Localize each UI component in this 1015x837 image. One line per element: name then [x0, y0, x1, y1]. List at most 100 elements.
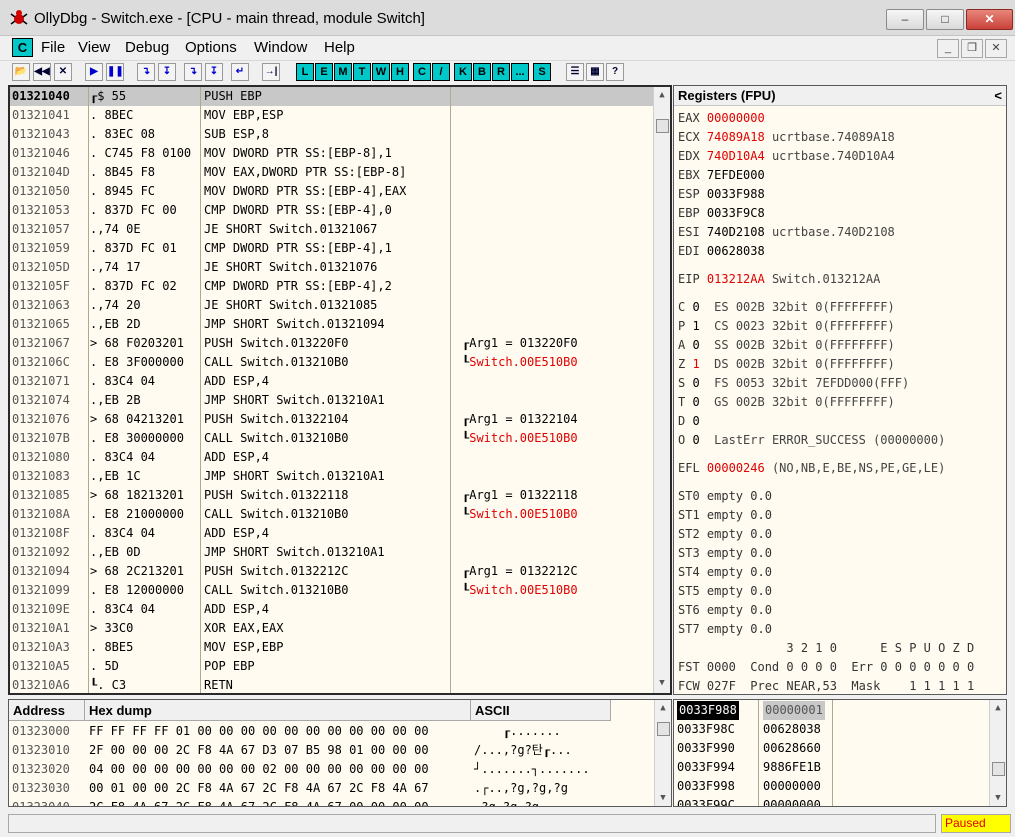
fpu-st-line[interactable]: ST7 empty 0.0: [678, 620, 772, 639]
disasm-row[interactable]: 01321043 . 83EC 08 SUB ESP,8: [10, 125, 656, 144]
fpu-st-line[interactable]: ST1 empty 0.0: [678, 506, 772, 525]
disassembly-pane[interactable]: 01321040 ┎$ 55 PUSH EBP 01321041 . 8BEC MOV E…: [8, 85, 672, 695]
disasm-row[interactable]: 013210A6 ┖. C3 RETN: [10, 676, 656, 693]
go-to-icon[interactable]: →|: [262, 63, 280, 81]
disassembly-scrollbar[interactable]: ▲ ▼: [653, 87, 670, 693]
menu-file[interactable]: File: [41, 39, 65, 56]
fpu-st-line[interactable]: ST5 empty 0.0: [678, 582, 772, 601]
register-eip[interactable]: EIP 013212AA Switch.013212AA: [678, 270, 880, 289]
disasm-row[interactable]: 013210A5 . 5D POP EBP: [10, 657, 656, 676]
flag-line[interactable]: O 0 LastErr ERROR_SUCCESS (00000000): [678, 431, 945, 450]
disasm-row[interactable]: 01321092 .,EB 0D JMP SHORT Switch.013210A1: [10, 543, 656, 562]
disasm-row[interactable]: 0132106C . E8 3F000000 CALL Switch.013210B…: [10, 353, 656, 372]
scroll-up-icon[interactable]: ▲: [655, 700, 671, 716]
threads-button[interactable]: T: [353, 63, 371, 81]
stack-value[interactable]: 00000000: [763, 777, 821, 796]
flag-line[interactable]: S 0 FS 0053 32bit 7EFDD000(FFF): [678, 374, 909, 393]
mdi-close-button[interactable]: ✕: [985, 39, 1007, 58]
close-program-icon[interactable]: ✕: [54, 63, 72, 81]
stack-value[interactable]: 00628660: [763, 739, 821, 758]
run-trace-button[interactable]: ...: [511, 63, 529, 81]
stack-address[interactable]: 0033F98C: [677, 720, 735, 739]
register-edi[interactable]: EDI 00628038: [678, 242, 772, 261]
flag-line[interactable]: D 0: [678, 412, 714, 431]
disasm-row[interactable]: 01321083 .,EB 1C JMP SHORT Switch.013210A1: [10, 467, 656, 486]
windows-button[interactable]: W: [372, 63, 390, 81]
disasm-row[interactable]: 0132105D .,74 17 JE SHORT Switch.01321076: [10, 258, 656, 277]
registers-header[interactable]: Registers (FPU) <: [674, 86, 1006, 106]
dump-ascii-header[interactable]: ASCII: [471, 700, 611, 721]
stack-pane[interactable]: 0033F988 00000001 0033F98C 00628038 0033F990…: [673, 699, 1007, 807]
dump-ascii[interactable]: ┎.......: [474, 722, 561, 741]
stack-value[interactable]: 00628038: [763, 720, 821, 739]
maximize-button[interactable]: □: [926, 9, 964, 30]
step-into-icon[interactable]: ↴: [137, 63, 155, 81]
stack-scrollbar[interactable]: ▲ ▼: [989, 700, 1006, 806]
register-ecx[interactable]: ECX 74089A18 ucrtbase.74089A18: [678, 128, 895, 147]
dump-hex[interactable]: 2F 00 00 00 2C F8 4A 67 D3 07 B5 98 01 0…: [89, 741, 429, 760]
disasm-row[interactable]: 01321076 > 68 04213201 PUSH Switch.0132210…: [10, 410, 656, 429]
disasm-row[interactable]: 01321099 . E8 12000000 CALL Switch.013210B…: [10, 581, 656, 600]
flag-line[interactable]: A 0 SS 002B 32bit 0(FFFFFFFF): [678, 336, 895, 355]
stack-address[interactable]: 0033F988: [677, 701, 739, 720]
disasm-row[interactable]: 01321085 > 68 18213201 PUSH Switch.0132211…: [10, 486, 656, 505]
register-ebx[interactable]: EBX 7EFDE000: [678, 166, 772, 185]
scroll-thumb[interactable]: [992, 762, 1005, 776]
close-button[interactable]: ✕: [966, 9, 1013, 30]
register-esp[interactable]: ESP 0033F988: [678, 185, 772, 204]
disasm-row[interactable]: 013210A1 > 33C0 XOR EAX,EAX: [10, 619, 656, 638]
dump-scrollbar[interactable]: ▲ ▼: [654, 700, 671, 806]
disasm-row[interactable]: 01321057 .,74 0E JE SHORT Switch.01321067: [10, 220, 656, 239]
menu-help[interactable]: Help: [324, 39, 355, 56]
menu-window[interactable]: Window: [254, 39, 307, 56]
flag-line[interactable]: Z 1 DS 002B 32bit 0(FFFFFFFF): [678, 355, 895, 374]
restart-icon[interactable]: ◀◀: [33, 63, 51, 81]
registers-pane[interactable]: Registers (FPU) < EAX 00000000 ECX 74089…: [673, 85, 1007, 695]
disasm-row[interactable]: 01321065 .,EB 2D JMP SHORT Switch.01321094: [10, 315, 656, 334]
colors-icon[interactable]: ▦: [586, 63, 604, 81]
disasm-row[interactable]: 0132104D . 8B45 F8 MOV EAX,DWORD PTR SS:[E…: [10, 163, 656, 182]
dump-ascii[interactable]: .┌..,?g,?g,?g: [474, 779, 568, 798]
fpu-st-line[interactable]: ST6 empty 0.0: [678, 601, 772, 620]
scroll-thumb[interactable]: [657, 722, 670, 736]
register-efl[interactable]: EFL 00000246 (NO,NB,E,BE,NS,PE,GE,LE): [678, 459, 945, 478]
disasm-row[interactable]: 0132107B . E8 30000000 CALL Switch.013210B…: [10, 429, 656, 448]
flag-line[interactable]: C 0 ES 002B 32bit 0(FFFFFFFF): [678, 298, 895, 317]
disasm-row[interactable]: 01321053 . 837D FC 00 CMP DWORD PTR SS:[EB…: [10, 201, 656, 220]
disasm-row[interactable]: 01321074 .,EB 2B JMP SHORT Switch.013210A1: [10, 391, 656, 410]
step-over-icon[interactable]: ↧: [158, 63, 176, 81]
disasm-row[interactable]: 01321050 . 8945 FC MOV DWORD PTR SS:[EBP-4…: [10, 182, 656, 201]
disasm-row[interactable]: 0132108F . 83C4 04 ADD ESP,4: [10, 524, 656, 543]
dump-hex[interactable]: 04 00 00 00 00 00 00 00 02 00 00 00 00 0…: [89, 760, 429, 779]
memory-map-button[interactable]: M: [334, 63, 352, 81]
help-icon[interactable]: ?: [606, 63, 624, 81]
stack-value[interactable]: 00000001: [763, 701, 825, 720]
menu-options[interactable]: Options: [185, 39, 237, 56]
stack-value[interactable]: 9886FE1B: [763, 758, 821, 777]
flag-line[interactable]: P 1 CS 0023 32bit 0(FFFFFFFF): [678, 317, 895, 336]
disasm-row[interactable]: 01321046 . C745 F8 0100 MOV DWORD PTR SS:[…: [10, 144, 656, 163]
scroll-up-icon[interactable]: ▲: [990, 700, 1006, 716]
stack-address[interactable]: 0033F994: [677, 758, 735, 777]
disasm-row[interactable]: 01321041 . 8BEC MOV EBP,ESP: [10, 106, 656, 125]
hex-dump-pane[interactable]: Address Hex dump ASCII 01323000 FF FF FF …: [8, 699, 672, 807]
trace-into-icon[interactable]: ↴: [184, 63, 202, 81]
register-esi[interactable]: ESI 740D2108 ucrtbase.740D2108: [678, 223, 895, 242]
call-stack-button[interactable]: K: [454, 63, 472, 81]
disasm-row[interactable]: 01321094 > 68 2C213201 PUSH Switch.0132212…: [10, 562, 656, 581]
executable-modules-button[interactable]: E: [315, 63, 333, 81]
trace-over-icon[interactable]: ↧: [205, 63, 223, 81]
menu-view[interactable]: View: [78, 39, 110, 56]
dump-hex[interactable]: 2C F8 4A 67 2C F8 4A 67 2C F8 4A 67 00 0…: [89, 798, 429, 806]
pause-icon[interactable]: ❚❚: [106, 63, 124, 81]
dump-hex[interactable]: 00 01 00 00 2C F8 4A 67 2C F8 4A 67 2C F…: [89, 779, 429, 798]
menu-debug[interactable]: Debug: [125, 39, 169, 56]
register-eax[interactable]: EAX 00000000: [678, 109, 772, 128]
fpu-st-line[interactable]: ST0 empty 0.0: [678, 487, 772, 506]
flag-line[interactable]: T 0 GS 002B 32bit 0(FFFFFFFF): [678, 393, 895, 412]
scroll-down-icon[interactable]: ▼: [654, 675, 670, 691]
disasm-row[interactable]: 0132108A . E8 21000000 CALL Switch.013210B…: [10, 505, 656, 524]
title-bar[interactable]: OllyDbg - Switch.exe - [CPU - main threa…: [0, 0, 1015, 36]
disasm-row[interactable]: 01321067 > 68 F0203201 PUSH Switch.013220F…: [10, 334, 656, 353]
scroll-down-icon[interactable]: ▼: [655, 790, 671, 806]
